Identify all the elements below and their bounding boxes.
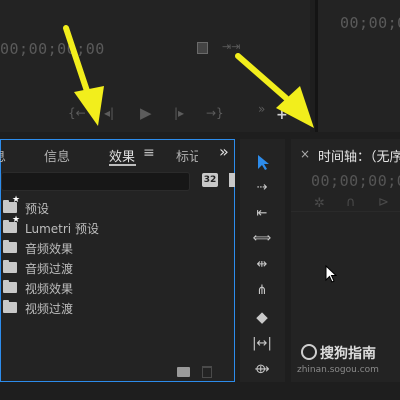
annotation-arrows xyxy=(63,25,314,128)
annotation-arrow-right-icon xyxy=(235,53,314,128)
annotation-arrow-left-icon xyxy=(63,25,104,126)
